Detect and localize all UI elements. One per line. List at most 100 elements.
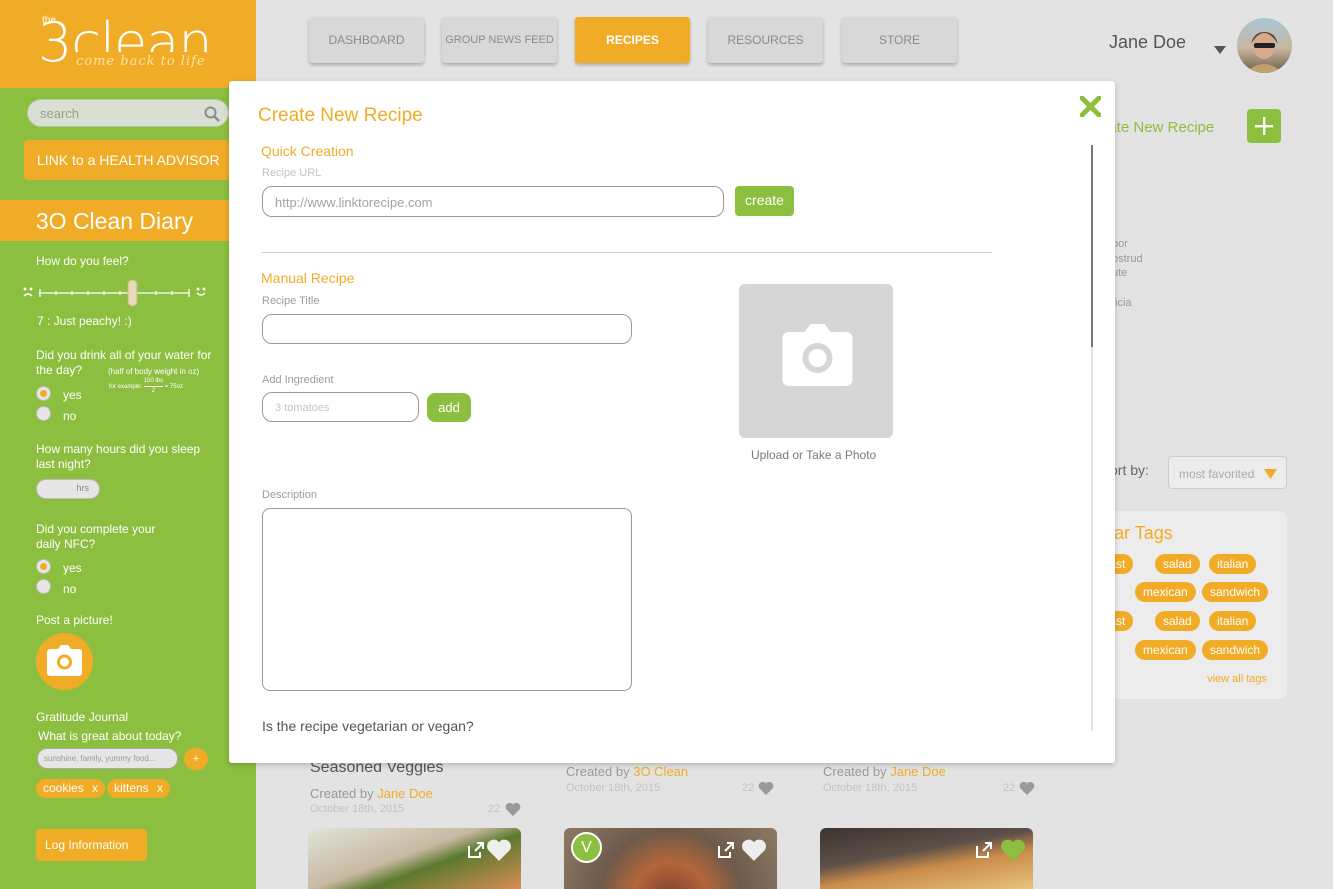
nav-group-news-feed[interactable]: GROUP NEWS FEED — [442, 17, 557, 63]
post-picture-button[interactable] — [36, 633, 93, 690]
nfc-yes-radio[interactable] — [36, 559, 51, 574]
gratitude-tag[interactable]: cookies x — [36, 779, 106, 798]
diary-title: 3O Clean Diary — [0, 200, 229, 241]
water-hint: (half of body weight in oz) — [108, 367, 200, 376]
author-link[interactable]: 3O Clean — [633, 764, 688, 779]
nav-dashboard[interactable]: DASHBOARD — [309, 17, 424, 63]
add-ingredient-label: Add Ingredient — [262, 374, 334, 386]
recipe-card-date: October 18th, 2015 — [566, 782, 661, 794]
create-recipe-modal: Create New Recipe Quick Creation Recipe … — [229, 81, 1115, 763]
brand-logo[interactable]: the 3clean come back to life — [0, 0, 256, 88]
tag-salad[interactable]: salad — [1155, 554, 1200, 574]
tag-salad[interactable]: salad — [1155, 611, 1200, 631]
gratitude-add-button[interactable]: + — [184, 748, 208, 770]
recipe-card-image[interactable]: V — [564, 828, 777, 889]
scrollbar-thumb[interactable] — [1091, 145, 1093, 347]
sort-value: most favorited — [1179, 467, 1255, 481]
sleep-input[interactable]: hrs — [36, 479, 100, 499]
chevron-down-icon[interactable] — [1214, 41, 1226, 59]
log-information-button[interactable]: Log Information — [36, 829, 147, 861]
close-icon[interactable] — [1080, 96, 1101, 117]
recipe-title-input[interactable] — [262, 314, 632, 344]
recipe-url-label: Recipe URL — [262, 167, 322, 179]
vegetarian-question: Is the recipe vegetarian or vegan? — [262, 718, 474, 734]
nav-resources[interactable]: RESOURCES — [708, 17, 823, 63]
recipe-card-author: Created by Jane Doe — [310, 786, 433, 801]
nfc-question-line2: daily NFC? — [36, 537, 96, 551]
intro-text-fragment: por ostrud ute ficia — [1112, 238, 1143, 309]
nfc-no-label: no — [63, 582, 77, 596]
nav-store[interactable]: STORE — [842, 17, 957, 63]
share-icon — [468, 842, 484, 858]
heart-icon[interactable] — [1019, 781, 1035, 795]
vegan-badge-icon: V — [571, 832, 602, 863]
popular-tags-panel: ular Tags kfast salad italian rt mexican… — [1092, 511, 1287, 699]
avatar[interactable] — [1237, 18, 1292, 73]
author-link[interactable]: Jane Doe — [377, 786, 433, 801]
search-icon[interactable] — [204, 106, 220, 127]
water-no-radio[interactable] — [36, 406, 51, 421]
scrollbar-track[interactable] — [1091, 145, 1093, 731]
health-advisor-button[interactable]: LINK to a HEALTH ADVISOR — [24, 140, 229, 180]
tag-mexican[interactable]: mexican — [1135, 640, 1196, 660]
heart-icon — [1001, 839, 1025, 861]
nav-recipes[interactable]: RECIPES — [575, 17, 690, 63]
feel-value: 7 : Just peachy! :) — [37, 314, 132, 328]
ingredient-input[interactable]: 3 tomatoes — [262, 392, 419, 422]
photo-upload-box[interactable] — [739, 284, 893, 438]
recipe-card-date: October 18th, 2015 — [823, 782, 918, 794]
add-ingredient-button[interactable]: add — [427, 393, 471, 422]
create-new-recipe-link[interactable]: eate New Recipe — [1100, 119, 1214, 136]
recipe-card-likes: 22 — [742, 782, 755, 794]
remove-tag-icon[interactable]: x — [92, 781, 98, 795]
view-all-tags-link[interactable]: view all tags — [1207, 673, 1267, 685]
heart-icon — [742, 839, 766, 861]
author-link[interactable]: Jane Doe — [890, 764, 946, 779]
recipe-card-date: October 18th, 2015 — [310, 803, 405, 815]
heart-icon — [487, 839, 511, 861]
logo-tagline: come back to life — [68, 52, 214, 72]
description-textarea[interactable] — [262, 508, 632, 691]
recipe-card-image[interactable] — [308, 828, 521, 889]
sort-select[interactable]: most favorited — [1168, 456, 1287, 489]
recipe-card-image[interactable] — [820, 828, 1033, 889]
recipe-card-likes: 22 — [1003, 782, 1016, 794]
post-picture-label: Post a picture! — [36, 613, 113, 627]
description-label: Description — [262, 489, 318, 501]
feel-slider[interactable] — [21, 279, 211, 310]
water-yes-label: yes — [63, 388, 82, 402]
heart-icon[interactable] — [505, 802, 521, 816]
tag-sandwich[interactable]: sandwich — [1202, 582, 1269, 602]
search-placeholder: search — [40, 106, 80, 121]
recipe-url-placeholder: http://www.linktorecipe.com — [275, 195, 433, 210]
create-button[interactable]: create — [735, 186, 794, 216]
add-recipe-button[interactable] — [1247, 109, 1281, 143]
remove-tag-icon[interactable]: x — [157, 781, 163, 795]
plus-icon — [1255, 117, 1273, 135]
recipe-title-label: Recipe Title — [262, 295, 320, 307]
tag-mexican[interactable]: mexican — [1135, 582, 1196, 602]
section-divider — [262, 252, 992, 253]
recipe-url-input[interactable]: http://www.linktorecipe.com — [262, 186, 724, 217]
search-input[interactable]: search — [27, 99, 229, 127]
water-yes-radio[interactable] — [36, 386, 51, 401]
heart-icon[interactable] — [758, 781, 774, 795]
modal-title: Create New Recipe — [258, 105, 423, 126]
user-name[interactable]: Jane Doe — [1109, 32, 1186, 53]
tag-sandwich[interactable]: sandwich — [1202, 640, 1269, 660]
gratitude-tag[interactable]: kittens x — [107, 779, 171, 798]
share-icon — [976, 842, 992, 858]
nfc-no-radio[interactable] — [36, 579, 51, 594]
share-icon — [718, 842, 734, 858]
water-example: for example: 150 lbs 2 = 75oz — [109, 378, 183, 394]
tag-italian[interactable]: italian — [1209, 554, 1257, 574]
tag-italian[interactable]: italian — [1209, 611, 1257, 631]
gratitude-input[interactable]: sunshine, family, yummy food... — [37, 748, 178, 769]
recipe-card-author: Created by Jane Doe — [823, 764, 946, 779]
ingredient-placeholder: 3 tomatoes — [275, 402, 330, 414]
photo-upload-label: Upload or Take a Photo — [751, 448, 877, 462]
camera-icon — [782, 324, 853, 386]
nfc-question-line1: Did you complete your — [36, 522, 156, 536]
gratitude-title: Gratitude Journal — [36, 710, 129, 724]
manual-recipe-title: Manual Recipe — [261, 270, 355, 286]
